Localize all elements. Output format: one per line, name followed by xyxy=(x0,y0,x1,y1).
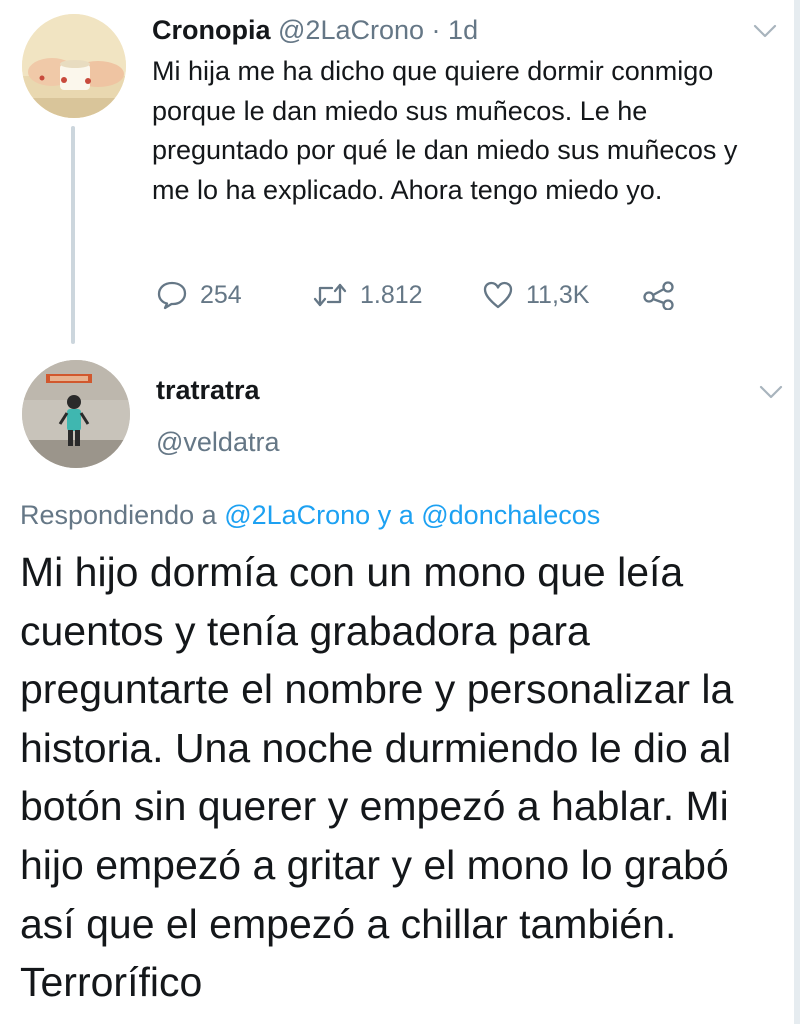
avatar[interactable] xyxy=(22,360,130,468)
like-button[interactable]: 11,3K xyxy=(482,275,589,315)
parent-tweet[interactable]: Cronopia @2LaCrono · 1d Mi hija me ha di… xyxy=(0,0,800,350)
reply-button[interactable]: 254 xyxy=(156,275,242,315)
reply-count: 254 xyxy=(200,280,242,309)
replying-to: Respondiendo a @2LaCrono y a @donchaleco… xyxy=(20,496,600,534)
avatar[interactable] xyxy=(22,14,126,118)
chevron-down-icon[interactable] xyxy=(752,22,778,40)
handle[interactable]: @veldatra xyxy=(156,424,279,460)
chevron-down-icon[interactable] xyxy=(758,383,784,401)
tweet-actions: 254 1.812 11,3K xyxy=(152,275,712,315)
replying-prefix: Respondiendo a xyxy=(20,500,217,530)
display-name[interactable]: tratratra xyxy=(156,372,260,408)
display-name[interactable]: Cronopia xyxy=(152,15,271,45)
tweet-text: Mi hijo dormía con un mono que leía cuen… xyxy=(20,549,734,1006)
tweet-header: Cronopia @2LaCrono · 1d xyxy=(152,12,478,48)
mention-link[interactable]: @2LaCrono xyxy=(224,500,370,530)
handle[interactable]: @2LaCrono xyxy=(278,15,424,45)
reply-icon xyxy=(157,281,187,310)
share-button[interactable] xyxy=(642,275,688,315)
like-count: 11,3K xyxy=(526,280,590,309)
retweet-button[interactable]: 1.812 xyxy=(312,275,423,315)
retweet-icon xyxy=(313,283,347,307)
heart-icon xyxy=(483,281,513,309)
separator: · xyxy=(431,15,441,45)
replying-join[interactable]: y a xyxy=(378,500,414,530)
timestamp[interactable]: 1d xyxy=(448,15,478,45)
tweet-text: Mi hija me ha dicho que quiere dormir co… xyxy=(152,56,738,205)
mention-link[interactable]: @donchalecos xyxy=(421,500,600,530)
share-icon xyxy=(643,281,674,310)
retweet-count: 1.812 xyxy=(360,280,423,309)
thread-connector-line xyxy=(71,126,75,344)
